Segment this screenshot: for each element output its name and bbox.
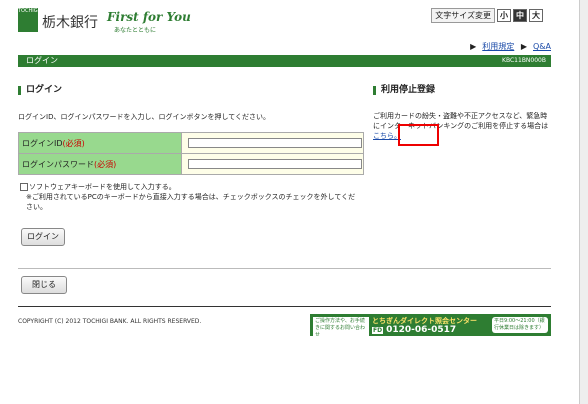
login-form: ログインID(必須) ログインパスワード(必須) xyxy=(18,132,364,175)
suspend-section-title: 利用停止登録 xyxy=(373,86,435,95)
software-keyboard-label: ソフトウェアキーボードを使用して入力する。 xyxy=(29,183,176,191)
login-description: ログインID、ログインパスワードを入力し、ログインボタンを押してください。 xyxy=(18,113,271,121)
login-id-row: ログインID(必須) xyxy=(18,132,364,154)
close-button[interactable]: 閉じる xyxy=(21,276,67,294)
password-cell xyxy=(181,153,364,175)
footer-divider xyxy=(18,306,551,307)
suspend-link[interactable]: こちら。 xyxy=(373,132,401,140)
header: TOCHIGI 栃木銀行 First for You あなたとともに 文字サイズ… xyxy=(18,8,551,38)
login-id-input[interactable] xyxy=(188,138,362,148)
contact-hours: 平日9:00～21:00（銀行休業日は除きます） xyxy=(492,317,548,333)
login-button[interactable]: ログイン xyxy=(21,228,65,246)
copyright: COPYRIGHT (C) 2012 TOCHIGI BANK. ALL RIG… xyxy=(18,318,202,325)
software-keyboard-option: ソフトウェアキーボードを使用して入力する。 ※ご利用されているPCのキーボードか… xyxy=(20,182,361,212)
free-dial-icon: FD xyxy=(372,327,384,334)
screen-code: KBC11BN000B xyxy=(502,57,546,64)
terms-link[interactable]: 利用規定 xyxy=(482,42,514,51)
bank-logo-icon: TOCHIGI xyxy=(18,8,39,32)
font-size-label: 文字サイズ変更 xyxy=(431,8,495,23)
tagline: First for You xyxy=(107,10,191,24)
header-links: ▶ 利用規定 ▶ Q&A xyxy=(18,41,551,52)
contact-question: ご操作方法や、お手続きに関するお問い合わせ xyxy=(313,317,369,340)
vertical-scrollbar[interactable] xyxy=(579,0,588,404)
bank-name: 栃木銀行 xyxy=(42,15,98,31)
login-section-title: ログイン xyxy=(18,86,62,95)
required-mark: (必須) xyxy=(62,138,85,148)
font-size-large-button[interactable]: 大 xyxy=(529,9,543,22)
login-id-cell xyxy=(181,132,364,154)
software-keyboard-checkbox[interactable] xyxy=(20,183,28,191)
font-size-switcher: 文字サイズ変更 小 中 大 xyxy=(431,8,543,23)
login-id-label: ログインID(必須) xyxy=(18,132,182,154)
arrow-icon: ▶ xyxy=(470,42,477,51)
contact-phone: FD 0120-06-0517 xyxy=(372,325,457,335)
password-label: ログインパスワード(必須) xyxy=(18,153,182,175)
required-mark: (必須) xyxy=(94,159,117,169)
arrow-icon: ▶ xyxy=(520,42,527,51)
page: TOCHIGI 栃木銀行 First for You あなたとともに 文字サイズ… xyxy=(18,8,551,340)
font-size-small-button[interactable]: 小 xyxy=(497,9,511,22)
page-title: ログイン xyxy=(26,56,58,65)
qa-link[interactable]: Q&A xyxy=(533,42,551,51)
tagline-sub: あなたとともに xyxy=(114,27,157,34)
software-keyboard-note: ※ご利用されているPCのキーボードから直接入力する場合は、チェックボックスのチェ… xyxy=(26,193,356,211)
font-size-medium-button[interactable]: 中 xyxy=(513,9,527,22)
contact-banner: ご操作方法や、お手続きに関するお問い合わせ とちぎんダイレクト照会センター FD… xyxy=(310,314,551,340)
highlight-box xyxy=(398,124,439,146)
title-bar: ログイン KBC11BN000B xyxy=(18,55,551,67)
password-row: ログインパスワード(必須) xyxy=(18,153,364,175)
divider xyxy=(18,268,551,269)
password-input[interactable] xyxy=(188,159,362,169)
